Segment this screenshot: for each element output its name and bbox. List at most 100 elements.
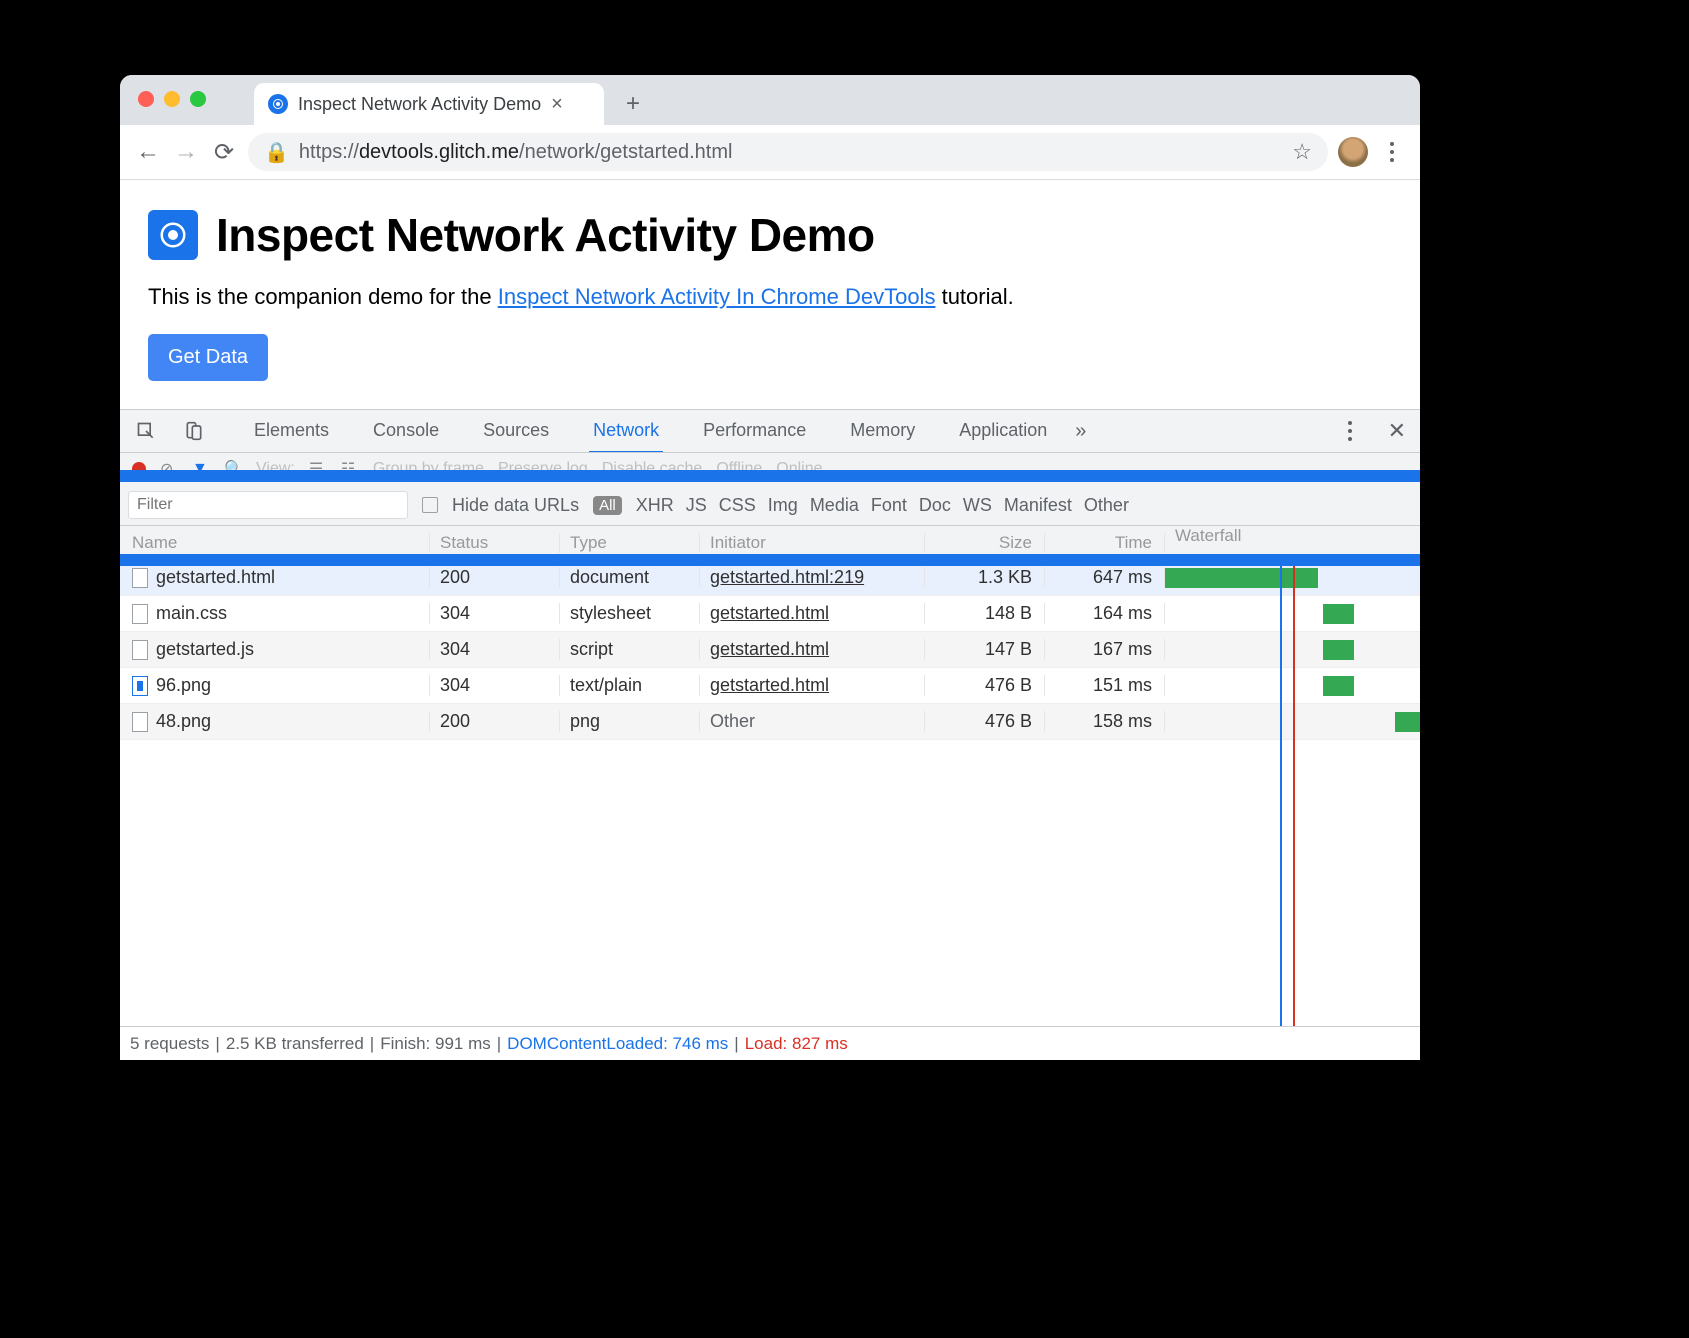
new-tab-button[interactable]: + bbox=[614, 85, 652, 123]
row-initiator: Other bbox=[700, 711, 925, 732]
more-tabs-icon[interactable]: » bbox=[1075, 420, 1086, 443]
tab-title: Inspect Network Activity Demo bbox=[298, 94, 541, 115]
url-prefix: https:// bbox=[299, 141, 359, 164]
network-table: getstarted.html200documentgetstarted.htm… bbox=[120, 560, 1420, 1026]
back-button[interactable]: ← bbox=[134, 138, 162, 166]
reload-button[interactable]: ⟳ bbox=[210, 138, 238, 166]
tutorial-link[interactable]: Inspect Network Activity In Chrome DevTo… bbox=[498, 284, 936, 309]
row-time: 167 ms bbox=[1045, 639, 1165, 660]
bookmark-icon[interactable]: ☆ bbox=[1292, 139, 1312, 165]
table-row[interactable]: 96.png304text/plaingetstarted.html476 B1… bbox=[120, 668, 1420, 704]
filter-icon[interactable]: ▼ bbox=[192, 460, 210, 478]
row-size: 476 B bbox=[925, 711, 1045, 732]
forward-button[interactable]: → bbox=[172, 138, 200, 166]
network-table-header: Name Status Type Initiator Size Time Wat… bbox=[120, 526, 1420, 560]
browser-tab[interactable]: Inspect Network Activity Demo × bbox=[254, 83, 604, 125]
row-initiator[interactable]: getstarted.html bbox=[700, 675, 925, 696]
device-toolbar-icon[interactable] bbox=[182, 419, 206, 443]
footer-finish: Finish: 991 ms bbox=[380, 1034, 491, 1054]
filter-type-js[interactable]: JS bbox=[686, 495, 707, 516]
row-size: 147 B bbox=[925, 639, 1045, 660]
devtools-tab-sources[interactable]: Sources bbox=[479, 410, 553, 453]
footer-requests: 5 requests bbox=[130, 1034, 209, 1054]
menu-button[interactable] bbox=[1378, 142, 1406, 162]
devtools-panel: Elements Console Sources Network Performance… bbox=[120, 409, 1420, 1060]
table-row[interactable]: 48.png200pngOther476 B158 ms bbox=[120, 704, 1420, 740]
file-icon bbox=[132, 640, 148, 660]
row-name: 96.png bbox=[156, 675, 211, 696]
intro-text-after: tutorial. bbox=[942, 284, 1014, 309]
filter-type-ws[interactable]: WS bbox=[963, 495, 992, 516]
close-tab-icon[interactable]: × bbox=[551, 93, 563, 116]
col-size[interactable]: Size bbox=[925, 533, 1045, 553]
maximize-window-icon[interactable] bbox=[190, 91, 206, 107]
footer-transferred: 2.5 KB transferred bbox=[226, 1034, 364, 1054]
table-row[interactable]: main.css304stylesheetgetstarted.html148 … bbox=[120, 596, 1420, 632]
overview-icon[interactable]: ☷ bbox=[341, 459, 359, 479]
row-name: getstarted.html bbox=[156, 567, 275, 588]
get-data-button[interactable]: Get Data bbox=[148, 334, 268, 381]
footer-dcl: DOMContentLoaded: 746 ms bbox=[507, 1034, 728, 1054]
row-time: 164 ms bbox=[1045, 603, 1165, 624]
row-initiator[interactable]: getstarted.html bbox=[700, 603, 925, 624]
file-icon bbox=[132, 604, 148, 624]
row-status: 200 bbox=[430, 711, 560, 732]
table-row[interactable]: getstarted.js304scriptgetstarted.html147… bbox=[120, 632, 1420, 668]
col-type[interactable]: Type bbox=[560, 533, 700, 553]
hide-data-urls-checkbox[interactable] bbox=[422, 497, 438, 513]
footer-load: Load: 827 ms bbox=[745, 1034, 848, 1054]
filter-type-media[interactable]: Media bbox=[810, 495, 859, 516]
url-domain: devtools.glitch.me bbox=[359, 141, 519, 164]
network-toolbar: ⊘ ▼ 🔍 View: ☰ ☷ Group by frame Preserve … bbox=[120, 453, 1420, 485]
filter-all-pill[interactable]: All bbox=[593, 496, 622, 515]
row-size: 148 B bbox=[925, 603, 1045, 624]
record-icon[interactable] bbox=[132, 462, 146, 476]
address-bar: ← → ⟳ 🔒 https:// devtools.glitch.me /net… bbox=[120, 125, 1420, 180]
filter-type-img[interactable]: Img bbox=[768, 495, 798, 516]
filter-type-css[interactable]: CSS bbox=[719, 495, 756, 516]
devtools-close-button[interactable]: ✕ bbox=[1388, 418, 1406, 444]
page-title: Inspect Network Activity Demo bbox=[216, 208, 875, 262]
clear-icon[interactable]: ⊘ bbox=[160, 459, 178, 479]
devtools-menu-button[interactable] bbox=[1336, 421, 1364, 441]
row-initiator[interactable]: getstarted.html:219 bbox=[700, 567, 925, 588]
col-time[interactable]: Time bbox=[1045, 533, 1165, 553]
group-frame-label: Group by frame bbox=[373, 460, 484, 478]
inspect-element-icon[interactable] bbox=[134, 419, 158, 443]
filter-input[interactable] bbox=[128, 491, 408, 519]
file-icon bbox=[132, 568, 148, 588]
col-status[interactable]: Status bbox=[430, 533, 560, 553]
large-rows-icon[interactable]: ☰ bbox=[309, 459, 327, 479]
filter-type-other[interactable]: Other bbox=[1084, 495, 1129, 516]
filter-type-doc[interactable]: Doc bbox=[919, 495, 951, 516]
devtools-tab-network[interactable]: Network bbox=[589, 410, 663, 454]
col-waterfall[interactable]: Waterfall bbox=[1165, 526, 1420, 559]
filter-type-font[interactable]: Font bbox=[871, 495, 907, 516]
url-path: /network/getstarted.html bbox=[519, 141, 732, 164]
row-waterfall bbox=[1165, 560, 1420, 595]
table-row[interactable]: getstarted.html200documentgetstarted.htm… bbox=[120, 560, 1420, 596]
devtools-tab-memory[interactable]: Memory bbox=[846, 410, 919, 453]
url-bar[interactable]: 🔒 https:// devtools.glitch.me /network/g… bbox=[248, 133, 1328, 171]
col-name[interactable]: Name bbox=[120, 533, 430, 553]
row-type: png bbox=[560, 711, 700, 732]
row-status: 304 bbox=[430, 675, 560, 696]
devtools-tab-application[interactable]: Application bbox=[955, 410, 1051, 453]
window-controls bbox=[138, 91, 206, 107]
profile-avatar[interactable] bbox=[1338, 137, 1368, 167]
devtools-tab-performance[interactable]: Performance bbox=[699, 410, 810, 453]
row-time: 647 ms bbox=[1045, 567, 1165, 588]
row-initiator[interactable]: getstarted.html bbox=[700, 639, 925, 660]
filter-type-xhr[interactable]: XHR bbox=[636, 495, 674, 516]
filter-type-manifest[interactable]: Manifest bbox=[1004, 495, 1072, 516]
search-icon[interactable]: 🔍 bbox=[224, 459, 242, 479]
browser-tabbar: Inspect Network Activity Demo × + bbox=[120, 75, 1420, 125]
devtools-tab-console[interactable]: Console bbox=[369, 410, 443, 453]
minimize-window-icon[interactable] bbox=[164, 91, 180, 107]
image-file-icon bbox=[132, 676, 148, 696]
close-window-icon[interactable] bbox=[138, 91, 154, 107]
col-initiator[interactable]: Initiator bbox=[700, 533, 925, 553]
file-icon bbox=[132, 712, 148, 732]
page-content: Inspect Network Activity Demo This is th… bbox=[120, 180, 1420, 409]
devtools-tab-elements[interactable]: Elements bbox=[250, 410, 333, 453]
